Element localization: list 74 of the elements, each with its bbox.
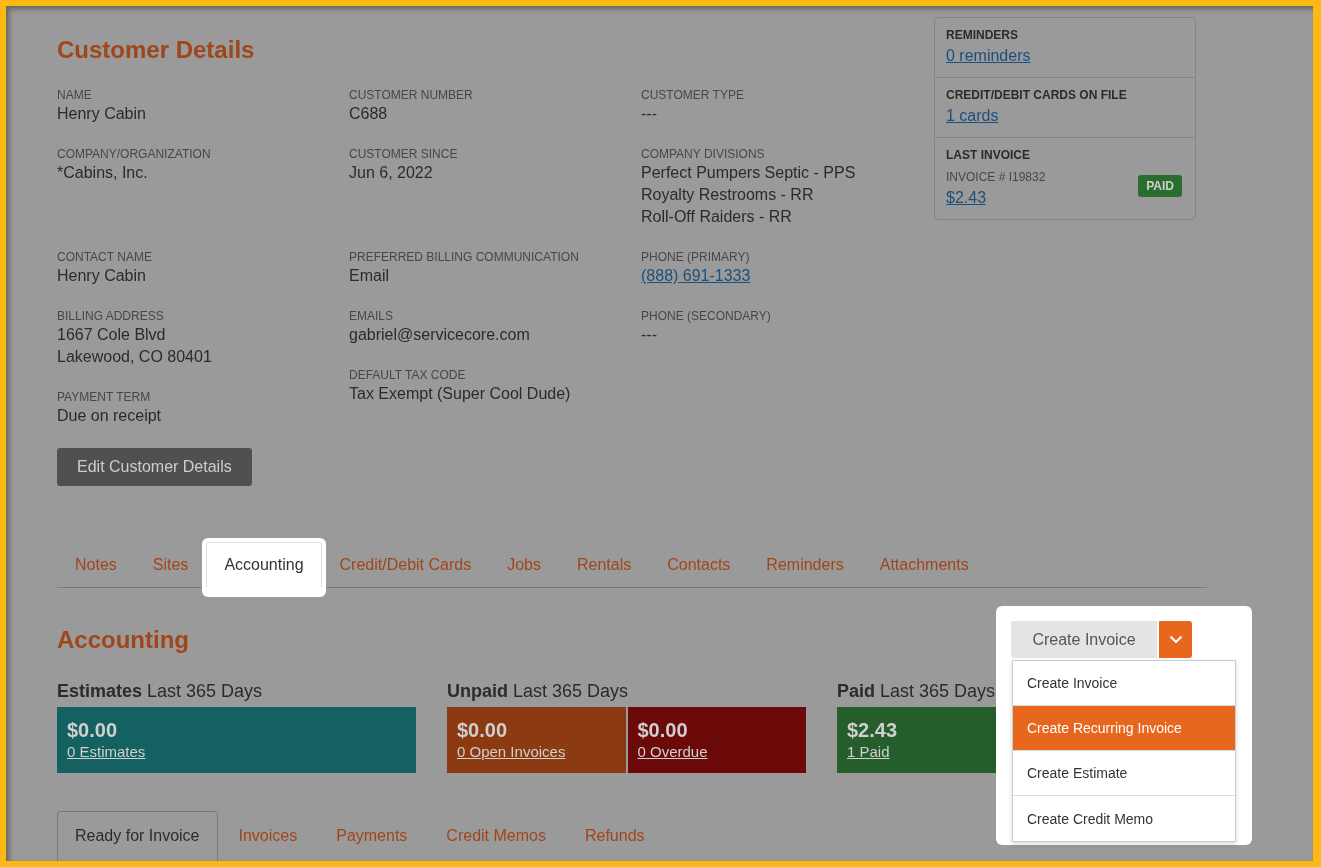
card-heading: REMINDERS	[946, 27, 1018, 43]
tab[interactable]: Notes	[57, 542, 135, 587]
field-label: PHONE (PRIMARY)	[641, 249, 750, 265]
tab[interactable]: Ready for Invoice	[57, 811, 218, 861]
field-value: Henry Cabin	[57, 104, 146, 124]
menu-item[interactable]: Create Recurring Invoice	[1013, 706, 1235, 751]
tab[interactable]: Credit Memos	[428, 811, 564, 861]
field-value: Royalty Restrooms - RR	[641, 185, 814, 205]
tab[interactable]: Jobs	[489, 542, 559, 587]
card-link[interactable]: 1 Paid	[847, 742, 890, 762]
chevron-down-icon	[1169, 635, 1182, 644]
card-heading: LAST INVOICE	[946, 147, 1030, 163]
field-value: Henry Cabin	[57, 266, 146, 286]
tab[interactable]: Sites	[134, 542, 207, 587]
status-badge: PAID	[1138, 175, 1182, 197]
field-label: EMAILS	[349, 308, 393, 324]
invoice-number: INVOICE # I19832	[946, 169, 1046, 185]
field-label: NAME	[57, 87, 92, 103]
field-value: 1667 Cole Blvd	[57, 325, 166, 345]
field-label: COMPANY/ORGANIZATION	[57, 146, 211, 162]
tab[interactable]: Credit/Debit Cards	[321, 542, 490, 587]
field-label: CONTACT NAME	[57, 249, 152, 265]
field-label: CUSTOMER SINCE	[349, 146, 458, 162]
field-value: Jun 6, 2022	[349, 163, 433, 183]
field-value: C688	[349, 104, 388, 124]
tab[interactable]: Payments	[318, 811, 426, 861]
field-link[interactable]: (888) 691-1333	[641, 265, 751, 287]
field-label: PAYMENT TERM	[57, 389, 151, 405]
dropdown-toggle-button[interactable]	[1159, 621, 1192, 658]
field-value: gabriel@servicecore.com	[349, 325, 530, 345]
tab[interactable]: Refunds	[566, 811, 663, 861]
field-value: *Cabins, Inc.	[57, 163, 148, 183]
menu-item[interactable]: Create Estimate	[1013, 751, 1235, 796]
tab[interactable]: Accounting	[206, 542, 322, 587]
field-label: BILLING ADDRESS	[57, 308, 164, 324]
card-link[interactable]: 1 cards	[946, 105, 999, 127]
amount: $0.00	[457, 718, 508, 742]
field-value: ---	[641, 104, 657, 124]
summary-heading: Paid Last 365 Days	[837, 680, 996, 702]
field-label: PHONE (SECONDARY)	[641, 308, 771, 324]
card-heading: CREDIT/DEBIT CARDS ON FILE	[946, 87, 1127, 103]
field-label: PREFERRED BILLING COMMUNICATION	[349, 249, 579, 265]
card-link[interactable]: 0 Open Invoices	[457, 742, 566, 762]
field-value: Email	[349, 266, 389, 286]
section-title: Accounting	[57, 625, 189, 655]
tab[interactable]: Rentals	[558, 542, 650, 587]
field-value: Roll-Off Raiders - RR	[641, 207, 792, 227]
field-value: Lakewood, CO 80401	[57, 347, 212, 367]
menu-item[interactable]: Create Invoice	[1013, 661, 1235, 706]
field-label: CUSTOMER NUMBER	[349, 87, 473, 103]
tab[interactable]: Reminders	[748, 542, 862, 587]
card-link[interactable]: 0 reminders	[946, 45, 1031, 67]
field-label: COMPANY DIVISIONS	[641, 146, 765, 162]
amount: $0.00	[637, 718, 688, 742]
field-label: DEFAULT TAX CODE	[349, 367, 466, 383]
summary-heading: Unpaid Last 365 Days	[447, 680, 629, 702]
field-value: Tax Exempt (Super Cool Dude)	[349, 384, 571, 404]
page-title: Customer Details	[57, 35, 255, 65]
field-value: Perfect Pumpers Septic - PPS	[641, 163, 856, 183]
field-value: ---	[641, 325, 657, 345]
field-value: Due on receipt	[57, 406, 162, 426]
card-link[interactable]: $2.43	[946, 187, 987, 209]
card-link[interactable]: 0 Estimates	[67, 742, 146, 762]
summary-heading: Estimates Last 365 Days	[57, 680, 263, 702]
menu-item[interactable]: Create Credit Memo	[1013, 796, 1235, 841]
card-link[interactable]: 0 Overdue	[637, 742, 708, 762]
field-label: CUSTOMER TYPE	[641, 87, 744, 103]
amount: $2.43	[847, 718, 898, 742]
tab[interactable]: Contacts	[649, 542, 749, 587]
edit-button[interactable]: Edit Customer Details	[57, 448, 252, 486]
tab[interactable]: Invoices	[220, 811, 316, 861]
create-invoice-button[interactable]: Create Invoice	[1011, 621, 1157, 658]
tab[interactable]: Attachments	[861, 542, 987, 587]
amount: $0.00	[67, 718, 118, 742]
